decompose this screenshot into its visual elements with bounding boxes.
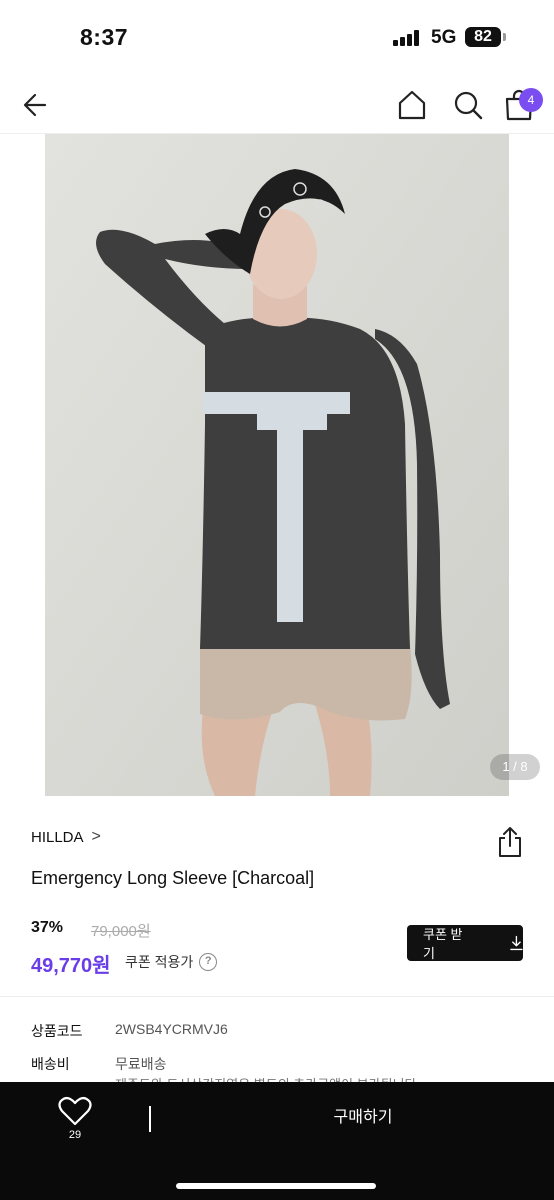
home-icon[interactable] <box>395 88 429 122</box>
coupon-applied-label: 쿠폰 적용가 <box>125 954 194 970</box>
get-coupon-button[interactable]: 쿠폰 받기 <box>407 925 523 961</box>
heart-icon[interactable] <box>58 1096 92 1126</box>
bar-divider <box>149 1106 151 1132</box>
original-price: 79,000원 <box>91 923 151 940</box>
product-code-value: 2WSB4YCRMVJ6 <box>115 1021 228 1037</box>
network-label: 5G <box>431 27 457 48</box>
product-title: Emergency Long Sleeve [Charcoal] <box>31 868 315 888</box>
battery-tip <box>503 33 506 41</box>
image-counter: 1 / 8 <box>490 754 540 780</box>
like-count: 29 <box>68 1129 82 1141</box>
product-code-label: 상품코드 <box>31 1023 83 1039</box>
cart-count-badge: 4 <box>519 88 543 112</box>
buy-button[interactable]: 구매하기 <box>180 1098 546 1138</box>
sale-price: 49,770원 <box>31 955 111 977</box>
status-bar: 8:37 5G 82 <box>0 0 554 76</box>
download-icon <box>510 935 523 951</box>
back-arrow-icon[interactable] <box>19 88 53 122</box>
brand-name: HILLDA <box>31 828 84 846</box>
share-icon[interactable] <box>496 826 524 858</box>
section-divider <box>0 996 554 997</box>
signal-icon <box>393 30 423 46</box>
search-icon[interactable] <box>451 88 485 122</box>
product-image[interactable] <box>45 134 509 796</box>
nav-bar <box>0 76 554 134</box>
help-icon[interactable]: ? <box>199 953 218 971</box>
brand-link[interactable]: HILLDA > <box>31 828 101 846</box>
coupon-applied-price: 쿠폰 적용가 ? <box>125 952 218 972</box>
status-time: 8:37 <box>80 24 129 50</box>
get-coupon-label: 쿠폰 받기 <box>423 927 463 961</box>
chevron-right-icon: > <box>91 828 101 845</box>
shipping-value: 무료배송 <box>115 1056 167 1072</box>
home-indicator <box>176 1183 376 1189</box>
shipping-label: 배송비 <box>31 1056 70 1072</box>
battery-icon: 82 <box>465 27 501 47</box>
discount-rate: 37% <box>31 919 64 936</box>
product-photo <box>45 134 509 796</box>
